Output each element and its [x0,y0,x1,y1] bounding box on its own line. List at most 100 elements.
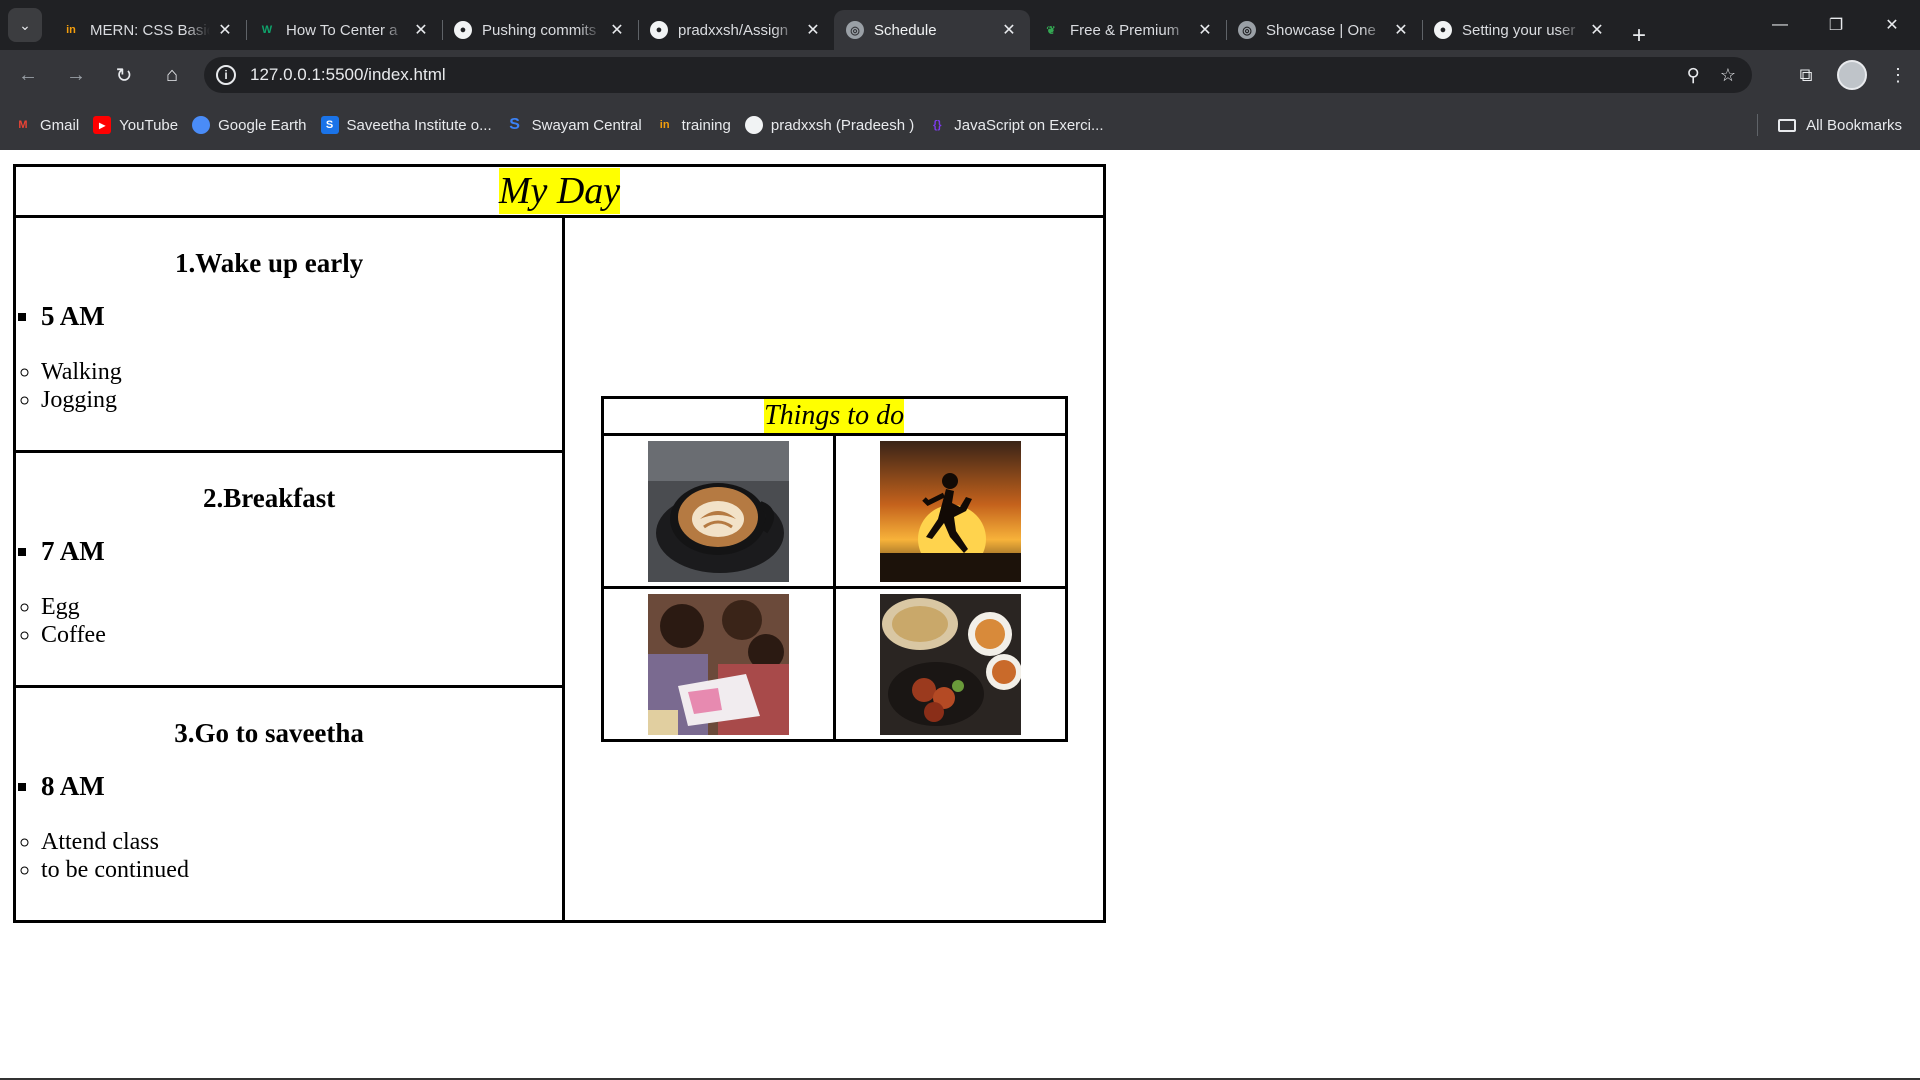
forward-button[interactable]: → [56,55,96,95]
zoom-icon[interactable]: ⚲ [1687,65,1700,86]
mern-icon: in [66,24,76,36]
tab-search-button[interactable]: ⌄ [8,8,42,42]
tab-divider [246,20,247,40]
section-wake-up: 1.Wake up early 5 AM Walking Jogging [12,215,566,453]
close-icon: ✕ [1885,17,1899,34]
section-breakfast: 2.Breakfast 7 AM Egg Coffee [12,450,566,688]
tab-title: How To Center a [286,21,398,39]
bookmark-exercism[interactable]: {} JavaScript on Exerci... [921,116,1110,134]
tab-pushing-commits[interactable]: ● Pushing commits ✕ [442,10,638,50]
close-icon[interactable]: ✕ [1000,20,1018,40]
list-item: Jogging [41,386,562,414]
mern-icon: in [659,119,670,131]
address-bar[interactable]: i 127.0.0.1:5500/index.html ⚲ ☆ [204,57,1752,93]
tab-title: pradxxsh/Assign [678,21,789,39]
page-viewport: My Day 1.Wake up early 5 AM Walking Jogg… [0,151,1920,1080]
omnibox-actions: ⚲ ☆ [1687,65,1736,86]
close-icon[interactable]: ✕ [412,20,430,40]
github-icon: ● [454,21,472,39]
close-window-button[interactable]: ✕ [1864,0,1920,50]
home-button[interactable]: ⌂ [152,55,192,95]
list-item: to be continued [41,856,562,884]
list-item: Egg [41,593,562,621]
close-icon[interactable]: ✕ [608,20,626,40]
restore-button[interactable]: ❐ [1808,0,1864,50]
page-title: My Day [498,168,621,214]
tab-how-to-center[interactable]: W How To Center a ✕ [246,10,442,50]
time-label: 5 AM [41,301,562,332]
todo-image-cell [600,586,836,742]
tab-free-premium[interactable]: ❦ Free & Premium ✕ [1030,10,1226,50]
tab-title: Pushing commits [482,21,597,39]
bookmark-pradxxsh[interactable]: pradxxsh (Pradeesh ) [738,116,921,134]
tab-mern-css[interactable]: in MERN: CSS Basic ✕ [50,10,246,50]
bookmark-training[interactable]: in training [649,116,738,134]
section-heading: 1.Wake up early [174,248,364,278]
all-bookmarks-label: All Bookmarks [1806,116,1902,134]
extensions-button[interactable]: ⧉ [1784,53,1828,97]
window-controls: — ❐ ✕ [1752,0,1920,50]
minimize-button[interactable]: — [1752,0,1808,50]
time-list: 8 AM [16,771,562,802]
close-icon[interactable]: ✕ [804,20,822,40]
title-cell: My Day [13,164,1106,218]
bookmark-google-earth[interactable]: Google Earth [185,116,313,134]
activity-list: Egg Coffee [16,593,562,649]
list-item: Coffee [41,621,562,649]
tab-setting-user[interactable]: ● Setting your user ✕ [1422,10,1618,50]
section-heading: 3.Go to saveetha [174,718,364,748]
earth-icon [192,116,211,134]
new-tab-button[interactable]: + [1632,22,1646,50]
kebab-menu-icon: ⋮ [1889,64,1907,85]
close-icon[interactable]: ✕ [1588,20,1606,40]
bookmark-label: JavaScript on Exerci... [954,116,1104,134]
bookmark-swayam[interactable]: S Swayam Central [499,116,649,134]
menu-button[interactable]: ⋮ [1876,53,1920,97]
close-icon[interactable]: ✕ [216,20,234,40]
close-icon[interactable]: ✕ [1196,20,1214,40]
close-icon[interactable]: ✕ [1392,20,1410,40]
coffee-latte-photo [647,440,789,582]
tab-divider [638,20,639,40]
day-schedule-table: My Day 1.Wake up early 5 AM Walking Jogg… [12,164,1106,923]
tab-pradxxsh-assign[interactable]: ● pradxxsh/Assign ✕ [638,10,834,50]
bookmark-label: pradxxsh (Pradeesh ) [770,116,915,134]
bookmark-star-icon[interactable]: ☆ [1720,65,1736,86]
leaf-icon: ❦ [1046,24,1056,37]
tab-title: Showcase | One [1266,21,1376,39]
all-bookmarks-button[interactable]: All Bookmarks [1757,100,1902,150]
toolbar-right: ⧉ ⋮ [1784,50,1920,100]
bookmark-label: Swayam Central [531,116,642,134]
avatar[interactable] [1837,60,1867,90]
back-button[interactable]: ← [8,55,48,95]
section-go-to-saveetha: 3.Go to saveetha 8 AM Attend class to be… [12,685,566,923]
saveetha-icon: S [320,116,339,134]
bookmark-label: training [681,116,731,134]
tab-schedule[interactable]: ◎ Schedule ✕ [834,10,1030,50]
github-icon [744,116,763,134]
tab-divider [1226,20,1227,40]
bookmark-label: Saveetha Institute o... [346,116,492,134]
reload-button[interactable]: ↻ [104,55,144,95]
globe-icon: ◎ [1238,21,1256,39]
todo-image-cell [832,586,1068,742]
bookmark-label: Google Earth [218,116,307,134]
browser-chrome: ⌄ in MERN: CSS Basic ✕ W How To Center a… [0,0,1920,150]
browser-toolbar: ← → ↻ ⌂ i 127.0.0.1:5500/index.html ⚲ ☆ … [0,50,1920,100]
tab-list: in MERN: CSS Basic ✕ W How To Center a ✕… [50,0,1646,50]
bookmarks-divider [1757,114,1759,136]
globe-icon: ◎ [846,21,864,39]
todo-title-cell: Things to do [600,396,1068,436]
list-item: Attend class [41,828,562,856]
site-info-icon[interactable]: i [216,65,236,85]
tab-title: MERN: CSS Basic [90,21,210,39]
bookmark-saveetha[interactable]: S Saveetha Institute o... [314,116,499,134]
tab-showcase[interactable]: ◎ Showcase | One ✕ [1226,10,1422,50]
bookmark-label: Gmail [40,116,80,134]
tab-divider [1422,20,1423,40]
address-text[interactable]: 127.0.0.1:5500/index.html [250,65,1687,85]
bookmark-gmail[interactable]: M Gmail [7,116,86,134]
tab-title: Schedule [874,21,937,39]
github-icon: ● [650,21,668,39]
bookmark-youtube[interactable]: ▶ YouTube [86,116,185,134]
